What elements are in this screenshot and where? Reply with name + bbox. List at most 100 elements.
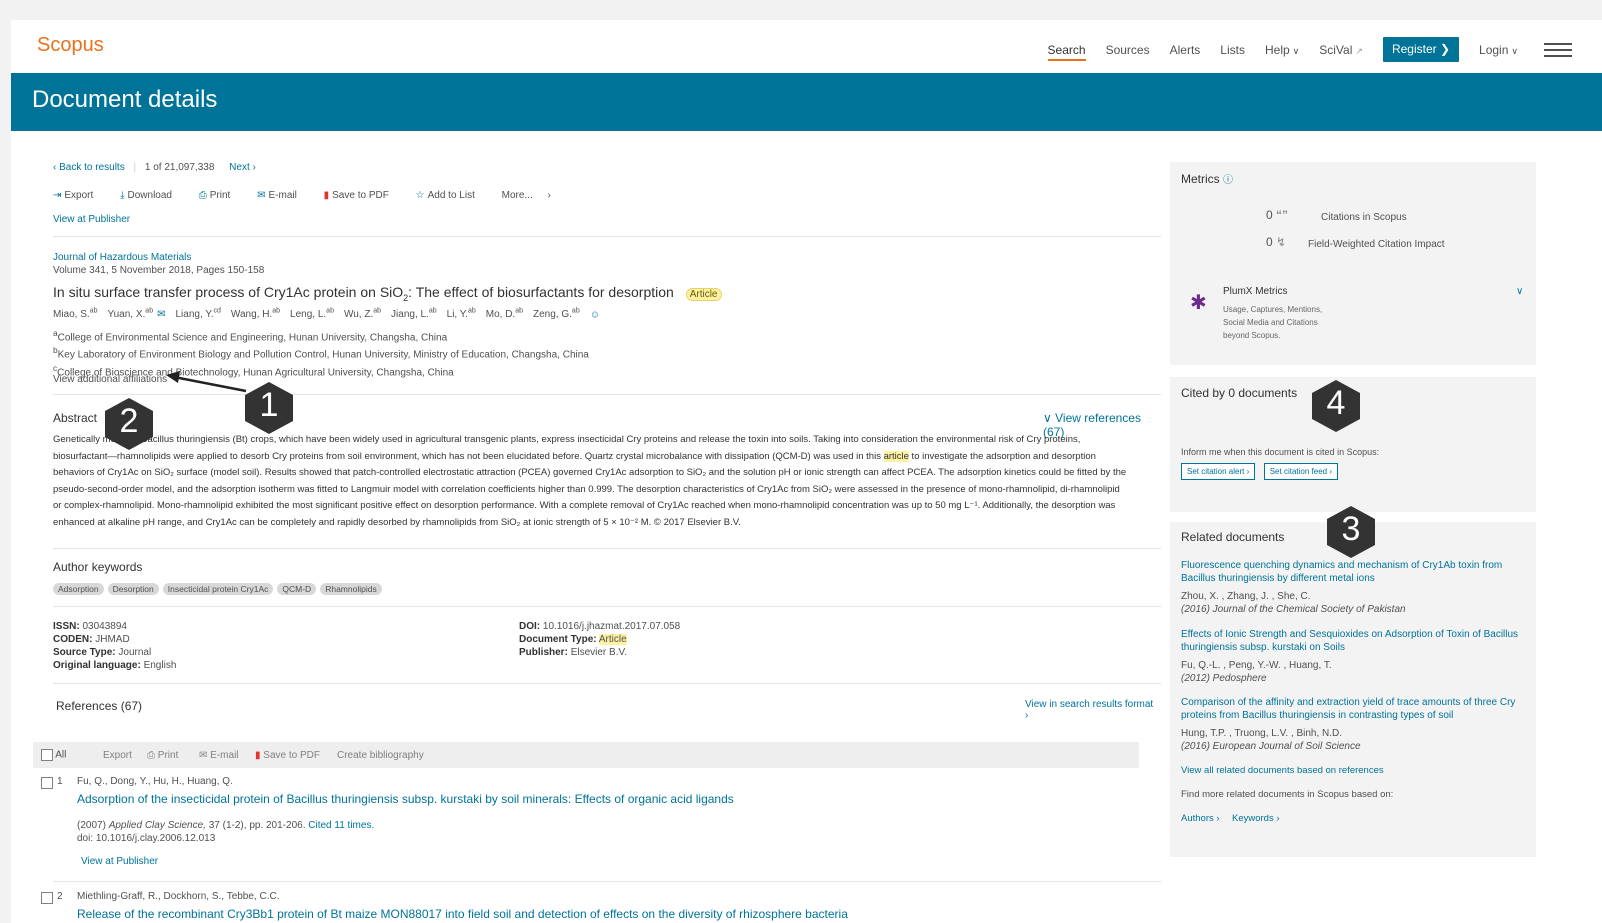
select-all[interactable]: All (41, 749, 66, 761)
view-at-publisher-link[interactable]: View at Publisher (53, 214, 130, 225)
author-affiliation-sup: ab (428, 308, 437, 315)
source-type-row: Source Type: Journal (53, 646, 176, 659)
export-button[interactable]: ⇥ Export (53, 190, 105, 201)
related-title-link[interactable]: Fluorescence quenching dynamics and mech… (1181, 559, 1521, 585)
related-by-authors-link[interactable]: Authors › (1181, 813, 1220, 824)
abstract-line: pseudo-second-order model, and the adsor… (53, 483, 1120, 495)
keyword-list: Adsorption Desorption Insecticidal protein… (53, 583, 386, 595)
nav-help[interactable]: Help ∨ (1265, 39, 1299, 61)
author-link[interactable]: Leng, L.ab (290, 308, 334, 320)
reference-checkbox[interactable] (41, 892, 53, 904)
callout-badge-3: 3 (1325, 504, 1377, 560)
view-search-results-link[interactable]: View in search results format › (1025, 699, 1157, 721)
author-name: Wu, Z. (343, 309, 374, 321)
callout-badge-4: 4 (1310, 378, 1362, 434)
author-link[interactable]: Wang, H.ab (231, 308, 280, 320)
reference-title-link[interactable]: Release of the recombinant Cry3Bb1 prote… (77, 907, 848, 921)
nav-login[interactable]: Login ∨ (1479, 39, 1518, 61)
doi-label: DOI: (519, 621, 541, 632)
next-link[interactable]: Next › (229, 162, 256, 173)
title-part-a: In situ surface transfer process of Cry1… (53, 284, 404, 300)
email-label: E-mail (268, 190, 297, 201)
affiliations: aCollege of Environmental Science and En… (53, 327, 589, 379)
meta-right: DOI: 10.1016/j.jhazmat.2017.07.058 Docum… (519, 620, 680, 659)
reference-checkbox[interactable] (41, 777, 53, 789)
nav-scival[interactable]: SciVal ↗ (1319, 39, 1363, 61)
author-link[interactable]: Miao, S.ab (53, 308, 97, 320)
nav-sources[interactable]: Sources (1106, 39, 1150, 61)
reference-year: (2007) (77, 820, 106, 831)
ref-email-button[interactable]: ✉ E-mail (199, 750, 239, 761)
authors-link-label: Authors (1181, 813, 1214, 824)
related-item: Fluorescence quenching dynamics and mech… (1181, 559, 1521, 616)
affiliation-text: College of Environmental Science and Eng… (57, 332, 448, 344)
email-icon[interactable]: ✉ (157, 309, 165, 320)
reference-publisher-link[interactable]: View at Publisher (81, 856, 158, 867)
nav-search[interactable]: Search (1047, 39, 1086, 61)
select-all-checkbox[interactable] (41, 749, 53, 761)
add-to-list-button[interactable]: ☆ Add to List (416, 190, 487, 201)
author-link[interactable]: Mo, D.ab (486, 308, 523, 320)
related-title-link[interactable]: Effects of Ionic Strength and Sesquioxid… (1181, 628, 1521, 654)
author-link[interactable]: Li, Y.ab (447, 308, 476, 320)
find-more-text: Find more related documents in Scopus ba… (1181, 789, 1394, 800)
callout-number: 4 (1326, 384, 1346, 422)
help-icon[interactable]: ⓘ (1223, 175, 1233, 186)
print-icon: ⎙ (198, 190, 207, 201)
author-link[interactable]: Liang, Y.cd (175, 308, 220, 321)
alert-label: Set citation alert (1187, 467, 1245, 476)
register-button[interactable]: Register ❯ (1382, 37, 1460, 62)
view-all-related-link[interactable]: View all related documents based on refe… (1181, 765, 1384, 776)
more-button[interactable]: More... › (502, 190, 563, 201)
back-to-results-link[interactable]: ‹ Back to results (53, 162, 125, 173)
main-nav: Search Sources Alerts Lists Help ∨ SciVal… (1047, 37, 1572, 62)
view-additional-affiliations-link[interactable]: View additional affiliations (53, 374, 167, 385)
abstract-line: Genetically modified Bacillus thuringien… (53, 434, 1081, 445)
person-icon[interactable]: ☺ (590, 309, 600, 320)
divider (53, 606, 1161, 607)
nav-scival-label: SciVal (1319, 42, 1353, 57)
author-link[interactable]: Yuan, X.ab ✉ (107, 308, 165, 320)
download-button[interactable]: ⤓ Download (120, 190, 184, 201)
article-badge: Article (685, 288, 722, 301)
scopus-logo[interactable]: Scopus (37, 34, 104, 57)
save-pdf-button[interactable]: ▮ Save to PDF (324, 190, 401, 201)
ref-export-button[interactable]: Export (103, 750, 132, 761)
journal-link[interactable]: Journal of Hazardous Materials (53, 252, 191, 263)
author-name: Liang, Y. (175, 309, 214, 321)
chevron-down-icon: ∨ (1043, 411, 1052, 425)
language-value: English (143, 660, 177, 671)
related-authors: Hung, T.P. , Truong, L.V. , Binh, N.D. (1181, 728, 1343, 739)
nav-alerts[interactable]: Alerts (1170, 39, 1201, 61)
cited-times-link[interactable]: Cited 11 times. (308, 820, 374, 831)
create-bibliography-button[interactable]: Create bibliography (337, 750, 424, 761)
author-link[interactable]: Jiang, L.ab (391, 308, 437, 320)
keyword-chip: Insecticidal protein Cry1Ac (162, 583, 274, 595)
print-button[interactable]: ⎙ Print (199, 190, 243, 201)
callout-number: 1 (259, 386, 279, 424)
email-button[interactable]: ✉ E-mail (257, 190, 309, 201)
register-label: Register (1391, 42, 1437, 56)
author-link[interactable]: Wu, Z.ab (343, 308, 381, 321)
author-link[interactable]: Zeng, G.ab (533, 308, 580, 320)
set-citation-feed-button[interactable]: Set citation feed › (1263, 463, 1338, 480)
nav-lists[interactable]: Lists (1220, 39, 1245, 61)
related-by-keywords-link[interactable]: Keywords › (1232, 813, 1280, 824)
reference-title-link[interactable]: Adsorption of the insecticidal protein o… (77, 792, 734, 806)
related-title-link[interactable]: Comparison of the affinity and extractio… (1181, 696, 1521, 722)
menu-icon[interactable] (1544, 42, 1572, 57)
print-icon: ⎙ (147, 750, 155, 761)
doc-type-value: Article (598, 634, 627, 645)
abstract-heading: Abstract (53, 411, 98, 425)
plumx-title[interactable]: PlumX Metrics (1223, 286, 1287, 297)
callout-number: 2 (119, 402, 139, 440)
chevron-down-icon: ∨ (1292, 45, 1300, 56)
chevron-down-icon[interactable]: ∨ (1516, 286, 1523, 297)
ref-print-button[interactable]: ⎙ Print (147, 750, 178, 761)
plumx-desc-line: Social Media and Citations (1223, 318, 1318, 327)
doi-row: DOI: 10.1016/j.jhazmat.2017.07.058 (519, 620, 680, 633)
ref-save-pdf-button[interactable]: ▮ Save to PDF (255, 750, 320, 761)
callout-number: 3 (1341, 510, 1361, 548)
set-citation-alert-button[interactable]: Set citation alert › (1181, 463, 1256, 480)
plumx-description: Usage, Captures, Mentions, Social Media … (1223, 303, 1322, 342)
